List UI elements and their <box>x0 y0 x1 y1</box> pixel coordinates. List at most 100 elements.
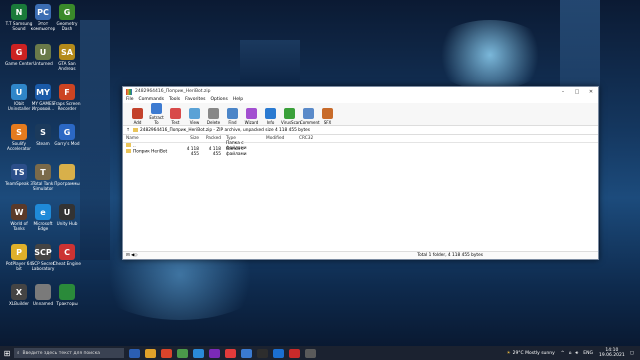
toolbar-sfx-button[interactable]: SFX <box>319 108 336 125</box>
toolbar-label: Extract To <box>149 115 164 125</box>
taskbar-app-icon[interactable] <box>273 348 284 358</box>
app-icon: G <box>11 44 27 60</box>
desktop-icon[interactable]: G Geometry Dash <box>52 4 82 31</box>
taskbar-app-icon[interactable] <box>289 348 300 358</box>
taskbar-app-icon[interactable] <box>225 348 236 358</box>
close-button[interactable]: ✕ <box>584 89 598 95</box>
app-icon <box>35 284 51 300</box>
taskbar-search[interactable]: ⌕ Введите здесь текст для поиска <box>14 348 124 358</box>
toolbar-comment-button[interactable]: Comment <box>300 108 320 125</box>
taskbar-app-icon[interactable] <box>241 348 252 358</box>
desktop-icon-label: Тракторы <box>56 301 78 306</box>
menu-tools[interactable]: Tools <box>169 97 180 102</box>
desktop-icon-label: GTA San Andreas <box>58 61 76 71</box>
add-icon <box>132 108 143 119</box>
table-row[interactable]: Поприк HeriBot 4 118 455 4 118 455 Папка с … <box>123 147 598 157</box>
language-indicator[interactable]: ENG <box>583 351 593 356</box>
menu-options[interactable]: Options <box>210 97 227 102</box>
col-modified[interactable]: Modified <box>263 136 297 141</box>
app-icon: PC <box>35 4 51 20</box>
background-tower <box>80 20 110 260</box>
desktop-icon-label: Unity Hub <box>56 221 78 226</box>
toolbar-virusscan-button[interactable]: VirusScan <box>281 108 301 125</box>
toolbar-label: Comment <box>300 120 320 125</box>
file-name: .. <box>133 143 136 149</box>
status-bar: ⊟ ◀◇ Total 1 folder, 4 118 455 bytes <box>123 251 598 259</box>
app-icon: W <box>11 204 27 220</box>
search-icon: ⌕ <box>17 351 20 356</box>
desktop-icon-label: Cheat Engine <box>52 261 82 266</box>
find-icon <box>227 108 238 119</box>
archive-path[interactable]: 2482964416_Поприк_HeriBot.zip - ZIP arch… <box>140 128 310 133</box>
virusscan-icon <box>284 108 295 119</box>
taskbar-app-icon[interactable] <box>305 348 316 358</box>
menu-file[interactable]: File <box>126 97 134 102</box>
toolbar-wizard-button[interactable]: Wizard <box>243 108 260 125</box>
menu-commands[interactable]: Commands <box>139 97 164 102</box>
toolbar-label: Test <box>171 120 180 125</box>
taskbar-app-icon[interactable] <box>177 348 188 358</box>
desktop-icon[interactable]: SA GTA San Andreas <box>52 44 82 71</box>
toolbar-delete-button[interactable]: Delete <box>205 108 222 125</box>
toolbar-find-button[interactable]: Find <box>224 108 241 125</box>
app-icon: F <box>59 84 75 100</box>
volume-icon[interactable]: 🔊︎ <box>575 350 578 356</box>
minimize-button[interactable]: – <box>556 89 570 95</box>
desktop-icon[interactable]: C Cheat Engine <box>52 244 82 266</box>
col-name[interactable]: Name <box>123 136 179 141</box>
sfx-icon <box>322 108 333 119</box>
tray-chevron-icon[interactable]: ^ <box>561 351 565 356</box>
menu-favorites[interactable]: Favorites <box>185 97 205 102</box>
title-bar[interactable]: 2482964416_Поприк_HeriBot.zip – □ ✕ <box>123 87 598 96</box>
app-icon: S <box>35 124 51 140</box>
clock[interactable]: 14:10 19.06.2021 <box>599 348 625 358</box>
app-icon: P <box>11 244 27 260</box>
taskbar-app-icon[interactable] <box>209 348 220 358</box>
taskbar-app-icon[interactable] <box>193 348 204 358</box>
taskbar-app-icon[interactable] <box>129 348 140 358</box>
desktop-icon[interactable]: Тракторы <box>52 284 82 306</box>
weather-text[interactable]: 29°C Mostly sunny <box>513 351 555 356</box>
toolbar-extract-to-button[interactable]: Extract To <box>148 103 165 125</box>
toolbar-add-button[interactable]: Add <box>129 108 146 125</box>
taskbar-app-icon[interactable] <box>257 348 268 358</box>
comment-icon <box>303 108 314 119</box>
desktop-icon[interactable]: G Garry's Mod <box>52 124 82 146</box>
app-icon: MY <box>35 84 51 100</box>
window-title: 2482964416_Поприк_HeriBot.zip <box>135 89 211 94</box>
toolbar-label: View <box>189 120 200 125</box>
file-name: Поприк HeriBot <box>133 149 168 155</box>
desktop-icon[interactable]: F Fraps Screen Recorder <box>52 84 82 111</box>
menu-help[interactable]: Help <box>233 97 243 102</box>
network-icon[interactable]: ⌂ <box>569 351 572 356</box>
toolbar-view-button[interactable]: View <box>186 108 203 125</box>
col-packed[interactable]: Packed <box>201 136 223 141</box>
wizard-icon <box>246 108 257 119</box>
toolbar-info-button[interactable]: Info <box>262 108 279 125</box>
view-icon <box>189 108 200 119</box>
up-arrow-icon[interactable]: ↑ <box>123 128 133 133</box>
col-size[interactable]: Size <box>179 136 201 141</box>
toolbar-test-button[interactable]: Test <box>167 108 184 125</box>
info-icon <box>265 108 276 119</box>
taskbar-app-icon[interactable] <box>145 348 156 358</box>
toolbar-label: SFX <box>323 120 332 125</box>
taskbar-app-icon[interactable] <box>161 348 172 358</box>
app-icon: N <box>11 4 27 20</box>
clock-date: 19.06.2021 <box>598 353 625 358</box>
notifications-icon[interactable]: ▢ <box>630 351 634 356</box>
extract-icon <box>151 103 162 114</box>
weather-icon: ☀ <box>506 350 511 356</box>
desktop-icon-label: Geometry Dash <box>56 21 78 31</box>
desktop-icon[interactable]: Программы <box>52 164 82 186</box>
desktop-icon[interactable]: U Unity Hub <box>52 204 82 226</box>
windows-start-icon[interactable]: ⊞ <box>0 349 14 358</box>
status-icons: ⊟ ◀◇ <box>126 253 138 258</box>
winrar-icon <box>126 88 132 95</box>
maximize-button[interactable]: □ <box>570 89 584 95</box>
app-icon: U <box>59 204 75 220</box>
desktop-icon-label: Fraps Screen Recorder <box>53 101 81 111</box>
file-list: .. Папка с файлами Поприк HeriBot 4 118 455… <box>123 141 598 157</box>
col-crc32[interactable]: CRC32 <box>297 136 317 141</box>
background-tower <box>240 40 300 80</box>
